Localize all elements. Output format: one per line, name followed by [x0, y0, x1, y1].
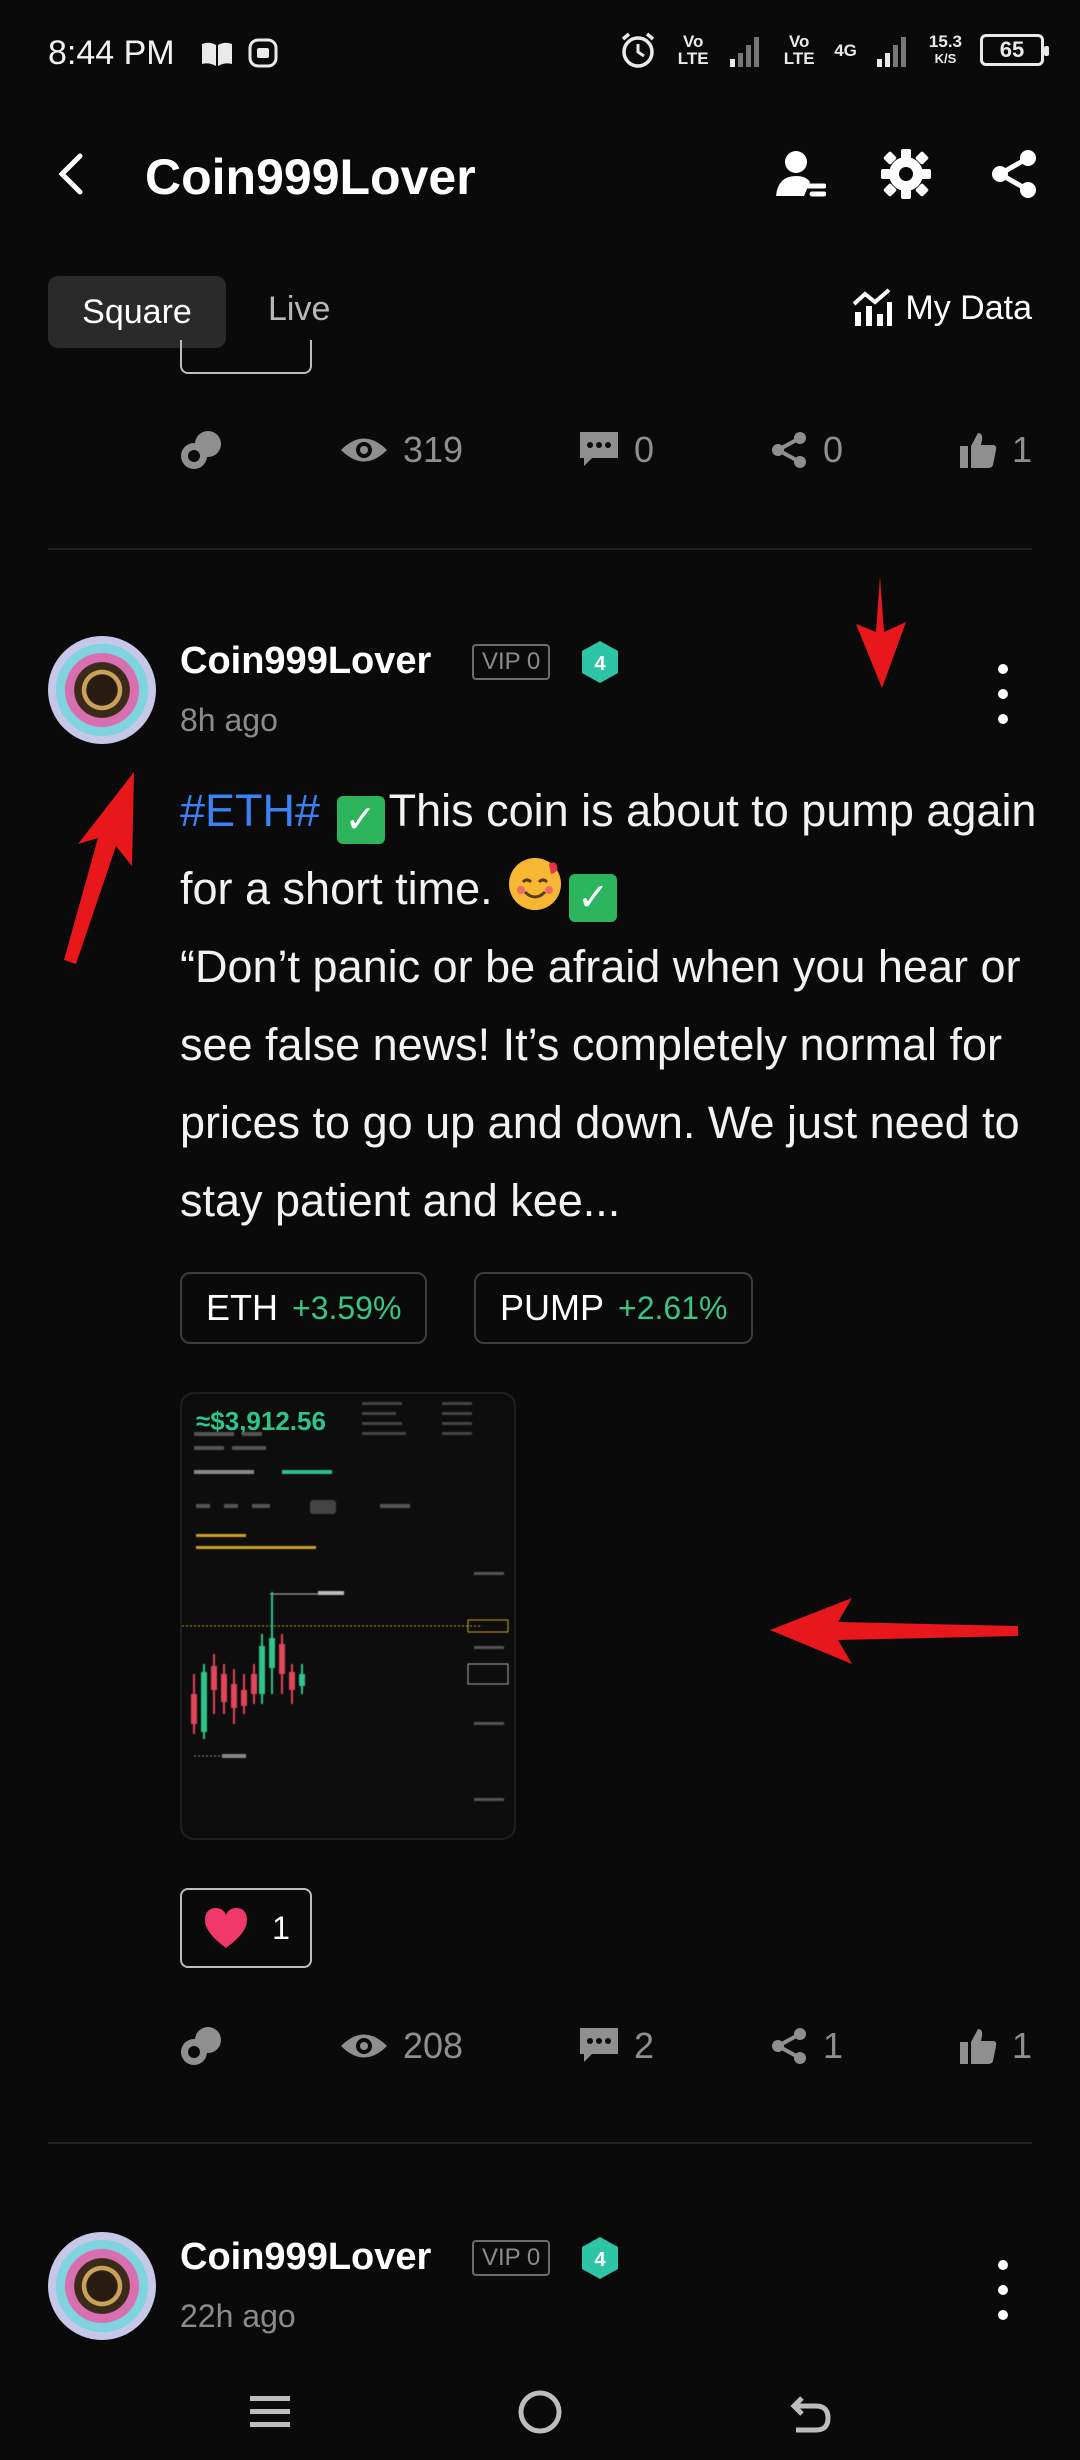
thumbs-up-icon: [959, 433, 997, 468]
signal-icon: [876, 37, 906, 67]
reaction-button[interactable]: 1: [180, 1888, 312, 1968]
comments-stat[interactable]: 0: [578, 429, 654, 471]
network-speed: 15.3 K/S: [928, 32, 962, 66]
reaction-button-previous[interactable]: [180, 340, 312, 374]
eye-icon: [340, 2034, 387, 2058]
vip-badge: VIP 0: [472, 644, 551, 680]
more-options-button[interactable]: [988, 2260, 1018, 2320]
divider: [48, 2142, 1032, 2144]
heart-icon: [205, 1908, 248, 1948]
profile-icon: [776, 151, 826, 197]
coin-chip-eth[interactable]: ETH +3.59%: [180, 1272, 428, 1344]
system-nav-bar: [0, 2360, 1080, 2460]
share-icon: [992, 150, 1036, 198]
chip-name: ETH: [206, 1287, 278, 1328]
annotation-arrow-up: [64, 772, 134, 964]
coin-chip-pump[interactable]: PUMP +2.61%: [474, 1272, 754, 1344]
status-bar: 8:44 PM Vo LTE Vo LTE 4G 15.3 K/S 65: [0, 0, 1080, 110]
chip-name: PUMP: [500, 1287, 605, 1328]
avatar[interactable]: [48, 2232, 156, 2340]
repost-icon: [181, 2027, 221, 2065]
check-emoji: ✓: [569, 874, 618, 922]
status-right: Vo LTE Vo LTE 4G 15.3 K/S 65: [618, 30, 1049, 70]
svg-text:4: 4: [594, 2249, 606, 2271]
network-type: 4G: [834, 40, 857, 60]
post-text-line-2: “Don’t panic or be afraid when you hear …: [180, 941, 1021, 1226]
chip-change: +3.59%: [292, 1289, 402, 1326]
likes-stat[interactable]: 1: [958, 2025, 1032, 2067]
shares-stat[interactable]: 1: [769, 2025, 843, 2067]
views-stat: 208: [339, 2025, 463, 2067]
back-button[interactable]: [40, 142, 104, 206]
avatar[interactable]: [48, 636, 156, 744]
annotation-arrow-down: [856, 576, 906, 688]
media-icon: [248, 38, 278, 68]
previous-post-stats: 319 0 0 1: [180, 420, 1032, 480]
signal-icon: [730, 37, 760, 67]
post-image-thumbnail[interactable]: ≈$3,912.56: [180, 1392, 516, 1840]
reaction-count: 1: [272, 1909, 290, 1946]
repost-button[interactable]: [180, 428, 224, 472]
status-time: 8:44 PM: [48, 34, 175, 72]
chart-icon: [853, 288, 893, 326]
page-title: Coin999Lover: [145, 149, 476, 205]
tab-live[interactable]: Live: [268, 290, 330, 329]
profile-button[interactable]: [768, 142, 832, 206]
post-username[interactable]: Coin999Lover: [180, 640, 431, 683]
likes-stat[interactable]: 1: [958, 429, 1032, 471]
network-label-2: Vo LTE: [783, 32, 815, 68]
share-icon: [771, 432, 806, 468]
settings-button[interactable]: [874, 142, 938, 206]
post-stats: 208 2 1 1: [180, 2016, 1032, 2076]
battery-indicator: 65: [980, 34, 1049, 66]
smiling-face-emoji: [509, 858, 562, 910]
level-badge: 4: [582, 641, 618, 683]
my-data-label: My Data: [905, 288, 1032, 327]
post-time: 8h ago: [180, 702, 278, 738]
annotation-arrow-left: [770, 1598, 1018, 1664]
next-post-username[interactable]: Coin999Lover: [180, 2236, 431, 2279]
home-icon[interactable]: [516, 2388, 564, 2436]
thumbs-up-icon: [959, 2029, 997, 2064]
alarm-icon: [622, 32, 655, 68]
network-label-1: Vo LTE: [677, 32, 709, 68]
repost-button[interactable]: [180, 2024, 224, 2068]
divider: [48, 548, 1032, 550]
smiling-face-icon: [511, 862, 560, 910]
more-options-button[interactable]: [988, 664, 1018, 724]
check-emoji: ✓: [336, 796, 385, 844]
book-icon: [202, 42, 232, 66]
back-icon: [58, 153, 83, 195]
comments-stat[interactable]: 2: [578, 2025, 654, 2067]
post-content[interactable]: #ETH# ✓ This coin is about to pump again …: [180, 772, 1040, 1240]
vip-badge: VIP 0: [472, 2240, 551, 2276]
share-button[interactable]: [982, 142, 1046, 206]
tab-square[interactable]: Square: [48, 276, 226, 348]
back-nav-icon[interactable]: [786, 2388, 834, 2436]
share-icon: [771, 2028, 806, 2064]
eye-icon: [340, 438, 387, 462]
hashtag-link[interactable]: #ETH#: [180, 785, 320, 836]
comment-icon: [579, 2028, 618, 2062]
next-post-time: 22h ago: [180, 2298, 296, 2334]
comment-icon: [579, 432, 618, 466]
views-stat: 319: [339, 429, 463, 471]
shares-stat[interactable]: 0: [769, 429, 843, 471]
svg-text:4: 4: [594, 653, 606, 675]
repost-icon: [181, 431, 221, 469]
level-badge: 4: [582, 2237, 618, 2279]
my-data-button[interactable]: My Data: [851, 288, 1032, 328]
candlestick-image: [182, 1402, 509, 1801]
settings-icon: [881, 149, 931, 199]
menu-icon[interactable]: [248, 2390, 292, 2434]
chip-change: +2.61%: [618, 1289, 728, 1326]
